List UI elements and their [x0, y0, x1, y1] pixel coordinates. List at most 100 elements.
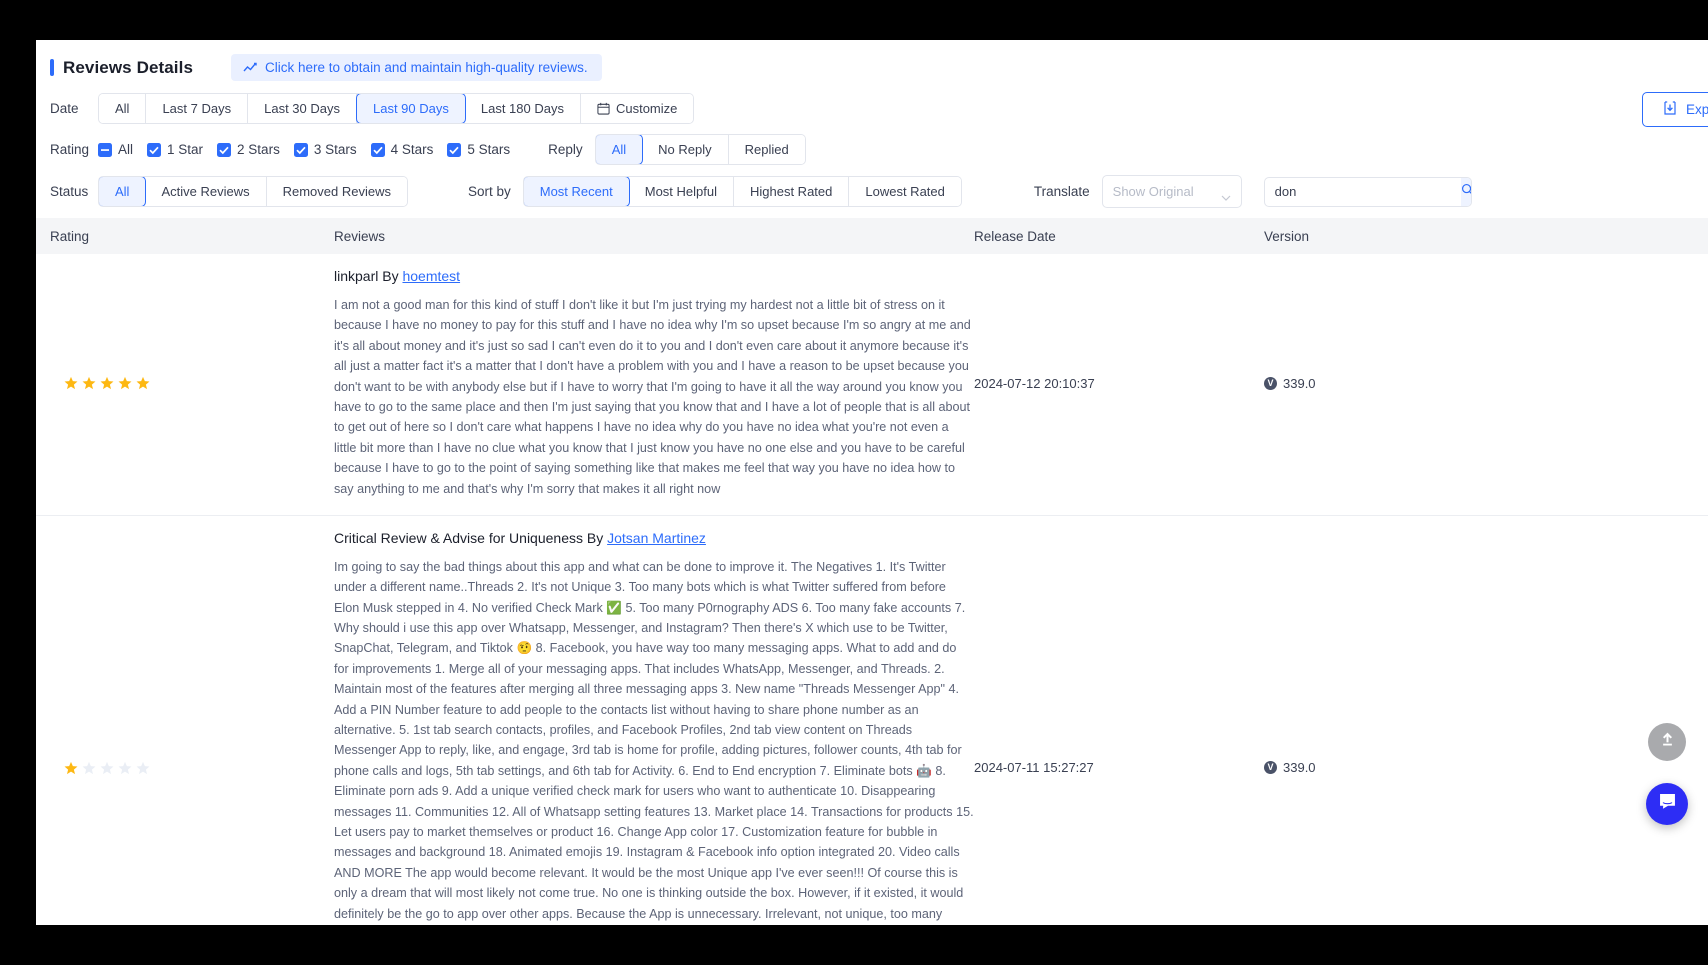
table-row: Critical Review & Advise for Uniqueness …: [36, 516, 1708, 925]
date-filter-row: Date All Last 7 Days Last 30 Days Last 9…: [50, 93, 1708, 124]
filter-panel: Export Date All Last 7 Days Last 30 Days…: [36, 81, 1708, 208]
quality-reviews-banner[interactable]: Click here to obtain and maintain high-q…: [231, 54, 602, 81]
sort-by-label: Sort by: [467, 184, 511, 199]
translate-label: Translate: [1033, 184, 1090, 199]
sort-option-highest-rated[interactable]: Highest Rated: [733, 177, 850, 206]
rating-checkbox-2-stars[interactable]: 2 Stars: [217, 142, 280, 157]
banner-label: Click here to obtain and maintain high-q…: [265, 60, 588, 75]
star-icon-filled: [64, 761, 78, 774]
version-value: 339.0: [1283, 375, 1316, 391]
rating-checkbox-all[interactable]: All: [98, 142, 133, 157]
chevron-down-icon: [1221, 189, 1231, 201]
checkbox-checked-icon: [293, 142, 308, 157]
search-input[interactable]: [1264, 177, 1461, 206]
rating-cell: [36, 530, 334, 925]
review-body: Im going to say the bad things about thi…: [334, 559, 974, 921]
rating-checkbox-3-stars[interactable]: 3 Stars: [293, 142, 357, 157]
star-rating: [50, 761, 150, 775]
checkbox-checked-icon: [447, 142, 462, 157]
review-body: I am not a good man for this kind of stu…: [334, 298, 971, 496]
rating-label-3-stars: 3 Stars: [313, 142, 357, 157]
star-icon-filled: [100, 377, 114, 390]
release-date-value: 2024-07-11 15:27:27: [974, 760, 1094, 776]
rating-label-2-stars: 2 Stars: [237, 142, 280, 157]
status-option-removed-reviews[interactable]: Removed Reviews: [266, 177, 407, 206]
star-icon-filled: [136, 377, 150, 390]
chat-bubble-icon: [1657, 791, 1678, 817]
date-option-last-7-days[interactable]: Last 7 Days: [146, 94, 249, 123]
column-header-reviews: Reviews: [334, 228, 386, 244]
checkbox-indeterminate-icon: [98, 142, 112, 157]
release-date-cell: 2024-07-12 20:10:37: [974, 268, 1264, 499]
arrow-up-icon: [1658, 730, 1677, 754]
rating-label-all: All: [118, 142, 134, 157]
column-header-release-date: Release Date: [974, 228, 1056, 244]
title-accent-bar: [50, 59, 54, 76]
column-header-rating: Rating: [50, 228, 90, 244]
status-option-all[interactable]: All: [98, 177, 147, 206]
reply-option-replied[interactable]: Replied: [728, 135, 805, 164]
star-icon-empty: [100, 761, 114, 774]
release-date-value: 2024-07-12 20:10:37: [974, 375, 1095, 391]
rating-label-4-stars: 4 Stars: [390, 142, 434, 157]
date-option-last-180-days[interactable]: Last 180 Days: [464, 94, 581, 123]
chat-launcher-button[interactable]: [1646, 783, 1688, 825]
rating-checkbox-1-star[interactable]: 1 Star: [147, 142, 203, 157]
date-option-all[interactable]: All: [99, 94, 147, 123]
rating-checkbox-5-stars[interactable]: 5 Stars: [447, 142, 510, 157]
search-icon: [1461, 183, 1471, 201]
date-option-customize[interactable]: Customize: [580, 94, 694, 123]
rating-filter-label: Rating: [50, 142, 90, 157]
rating-filter-row: Rating All 1 Star 2 Stars 3 Stars 4 Star…: [50, 134, 1708, 165]
calendar-icon: [597, 102, 610, 115]
sort-option-lowest-rated[interactable]: Lowest Rated: [849, 177, 961, 206]
review-cell: Critical Review & Advise for Uniqueness …: [334, 530, 974, 925]
search-box[interactable]: [1263, 176, 1472, 207]
star-icon-empty: [136, 761, 150, 774]
status-filter-label: Status: [50, 184, 89, 199]
date-filter-label: Date: [50, 101, 79, 116]
date-option-last-90-days[interactable]: Last 90 Days: [355, 94, 466, 123]
sort-by-segmented-control: Most Recent Most Helpful Highest Rated L…: [522, 176, 962, 207]
translate-select[interactable]: Show Original: [1101, 175, 1242, 208]
star-icon-filled: [82, 377, 96, 390]
review-title: Critical Review & Advise for Uniqueness …: [334, 530, 974, 546]
translate-selected-value: Show Original: [1112, 184, 1194, 199]
status-filter-row: Status All Active Reviews Removed Review…: [50, 175, 1708, 208]
sort-option-most-recent[interactable]: Most Recent: [523, 177, 630, 206]
reply-option-no-reply[interactable]: No Reply: [642, 135, 729, 164]
search-button[interactable]: [1460, 177, 1471, 206]
star-rating: [50, 376, 150, 390]
version-value: 339.0: [1283, 760, 1316, 776]
scroll-to-top-button[interactable]: [1648, 723, 1686, 761]
checkbox-checked-icon: [370, 142, 385, 157]
reviews-table-body: linkparl By hoemtest I am not a good man…: [36, 254, 1708, 925]
version-value-wrap: V 339.0: [1264, 376, 1316, 391]
status-option-active-reviews[interactable]: Active Reviews: [145, 177, 267, 206]
sort-option-most-helpful[interactable]: Most Helpful: [628, 177, 734, 206]
checkbox-checked-icon: [217, 142, 232, 157]
page-title: Reviews Details: [63, 57, 194, 77]
review-cell: linkparl By hoemtest I am not a good man…: [334, 268, 974, 499]
review-title-text: Critical Review & Advise for Uniqueness …: [334, 529, 608, 546]
rating-checkbox-4-stars[interactable]: 4 Stars: [370, 142, 434, 157]
reply-option-all[interactable]: All: [595, 135, 644, 164]
review-title: linkparl By hoemtest: [334, 268, 974, 284]
version-badge-icon: V: [1264, 761, 1277, 775]
reply-segmented-control: All No Reply Replied: [594, 134, 806, 165]
review-author-link[interactable]: hoemtest: [402, 268, 460, 284]
star-icon-empty: [118, 761, 132, 774]
column-header-version: Version: [1264, 228, 1310, 244]
rating-label-1-star: 1 Star: [167, 142, 204, 157]
star-icon-empty: [82, 761, 96, 774]
table-header: Rating Reviews Release Date Version: [36, 218, 1708, 254]
table-row: linkparl By hoemtest I am not a good man…: [36, 254, 1708, 516]
rating-label-5-stars: 5 Stars: [467, 142, 511, 157]
star-icon-filled: [118, 377, 132, 390]
date-option-last-30-days[interactable]: Last 30 Days: [248, 94, 357, 123]
customize-label: Customize: [615, 101, 678, 116]
reviews-details-page: Reviews Details Click here to obtain and…: [36, 40, 1708, 925]
review-author-link[interactable]: Jotsan Martinez: [607, 530, 706, 546]
star-icon-filled: [64, 377, 78, 390]
rating-cell: [36, 268, 334, 499]
